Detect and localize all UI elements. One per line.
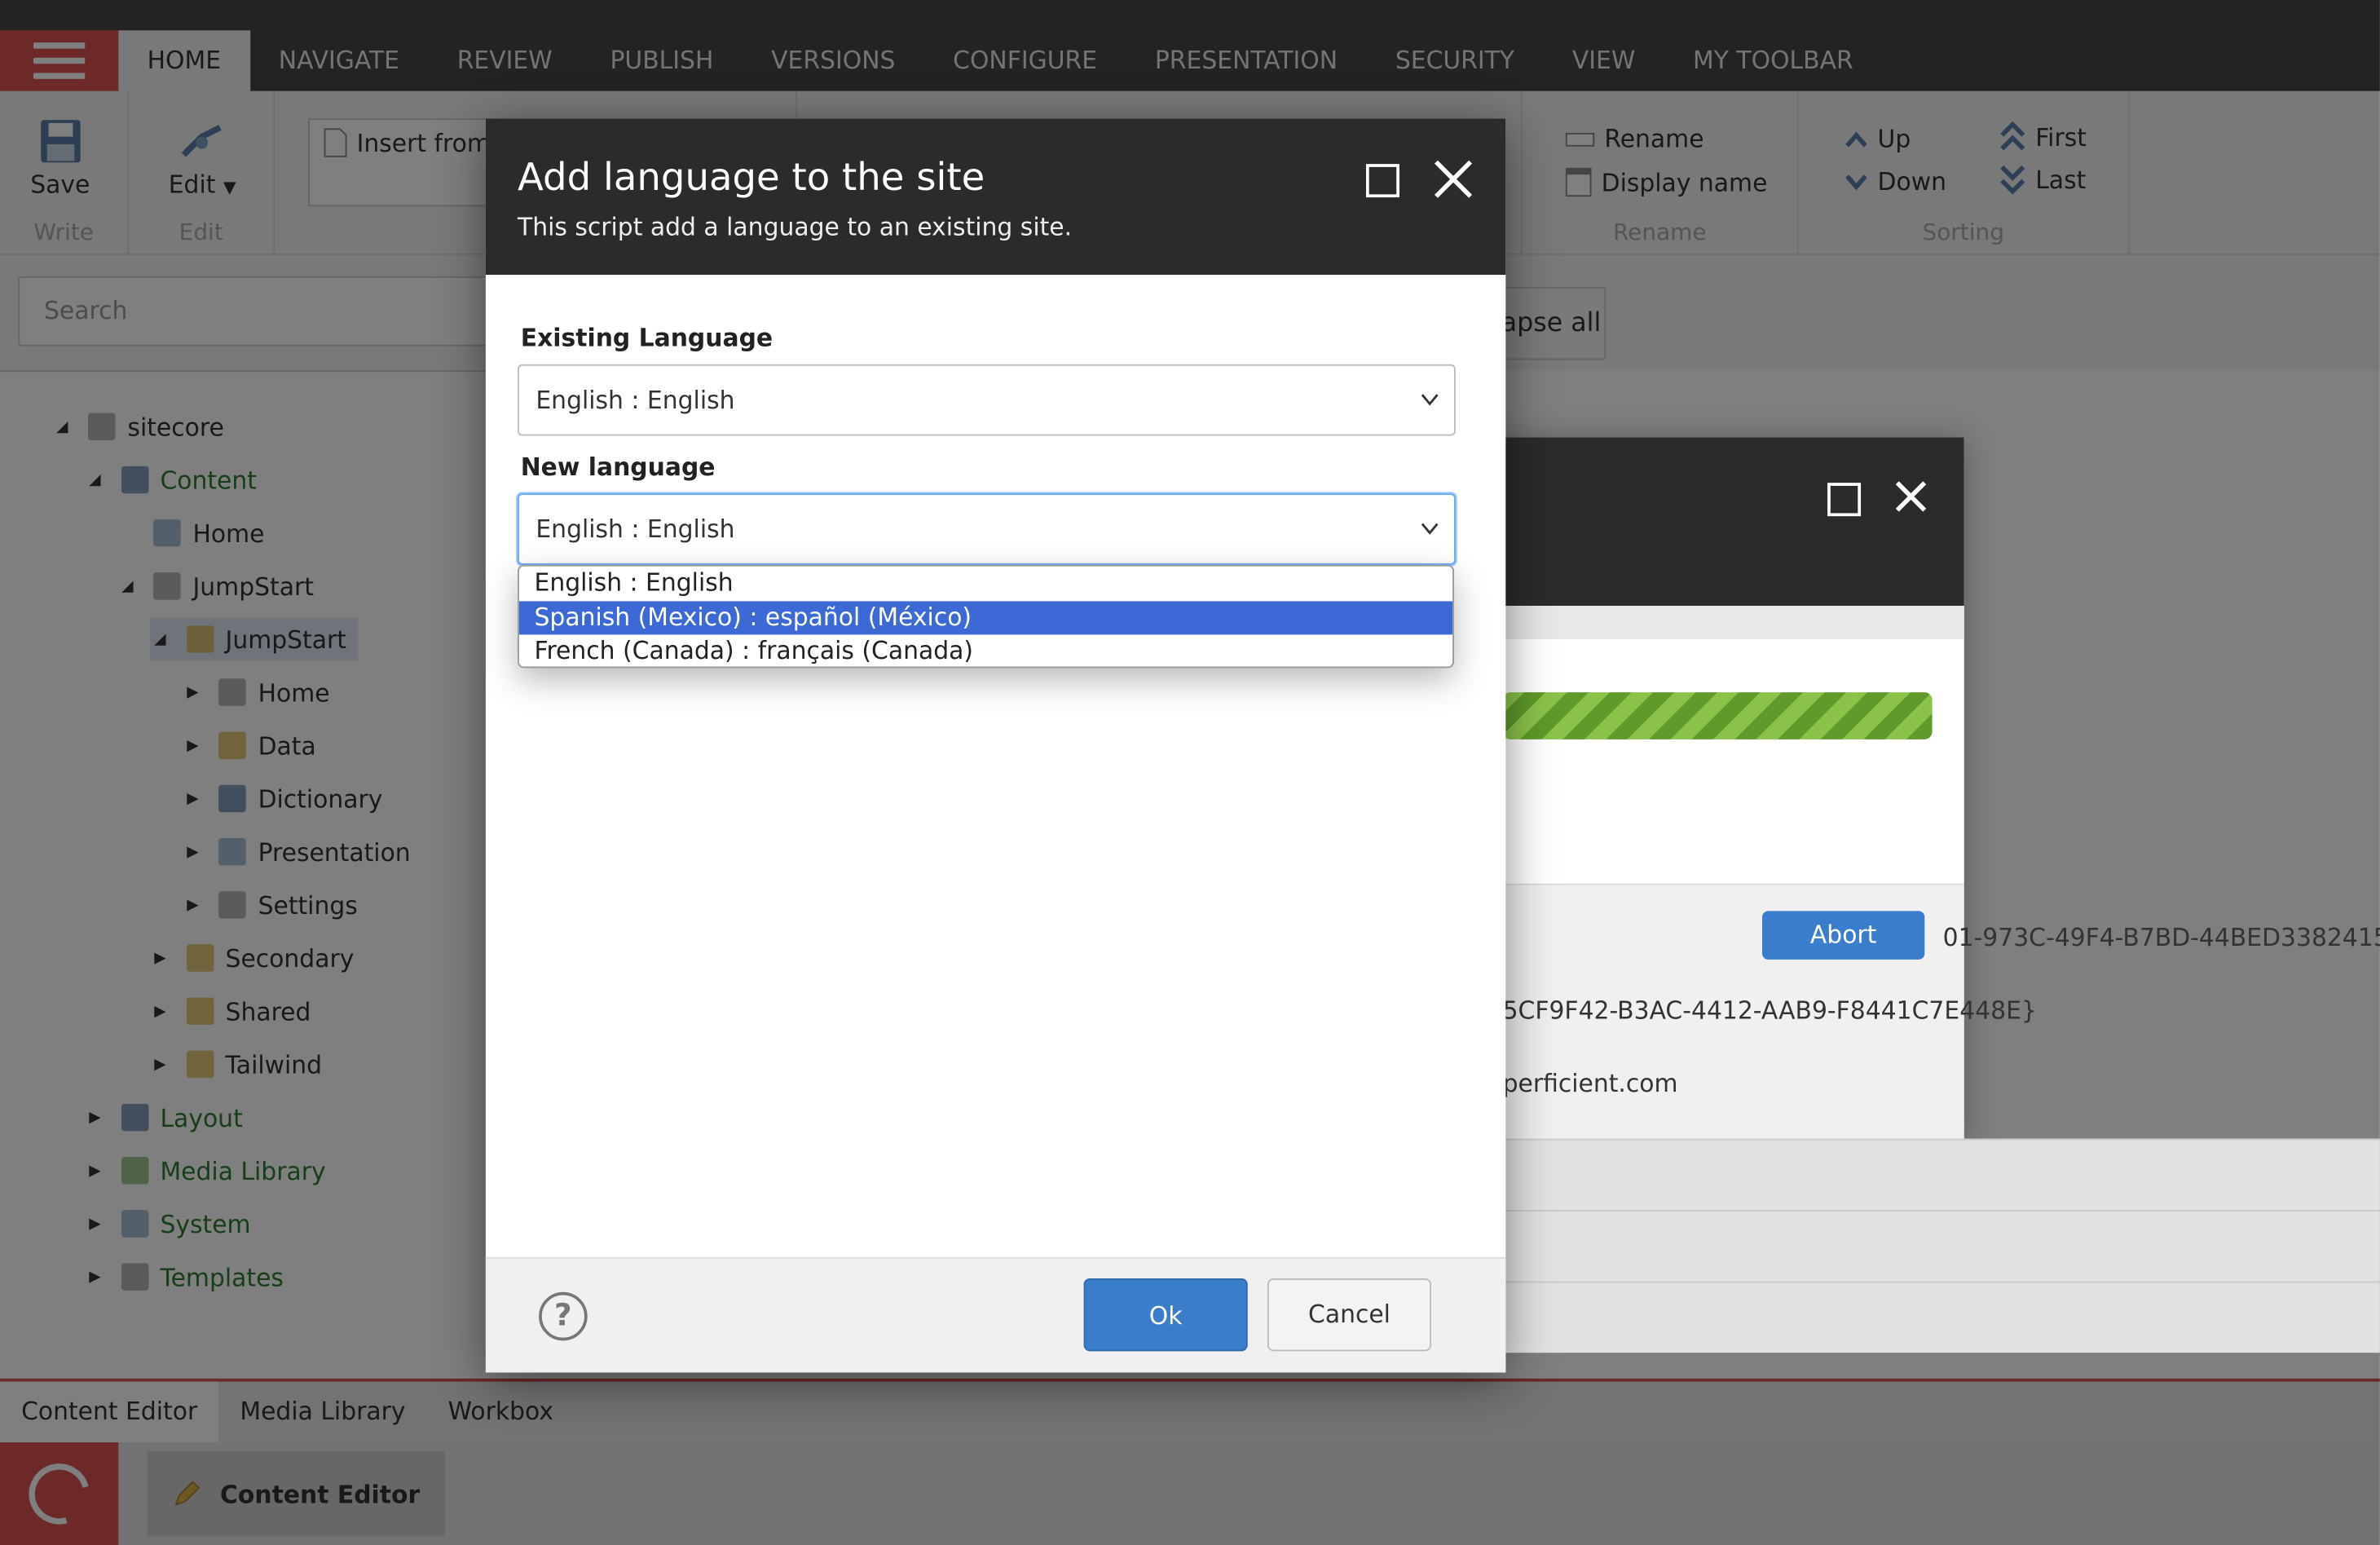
item-id-text: 01-973C-49F4-B7BD-44BED3382415}	[1942, 923, 2380, 952]
language-option[interactable]: English : English	[519, 567, 1452, 601]
domain-text: perficient.com	[1502, 1068, 1678, 1098]
help-icon[interactable]: ?	[539, 1291, 588, 1341]
dialog-footer: ? Ok Cancel	[485, 1256, 1506, 1373]
new-language-value: English : English	[536, 514, 735, 544]
close-icon[interactable]	[1894, 479, 1928, 513]
template-id-text: 5CF9F42-B3AC-4412-AAB9-F8441C7E448E}	[1502, 995, 2037, 1025]
progress-bar	[1502, 692, 1933, 739]
language-option[interactable]: French (Canada) : français (Canada)	[519, 634, 1452, 666]
chevron-down-icon	[1421, 394, 1439, 406]
close-icon[interactable]	[1433, 158, 1475, 201]
chevron-down-icon	[1421, 523, 1439, 535]
sitecore-content-editor: HOMENAVIGATEREVIEWPUBLISHVERSIONSCONFIGU…	[0, 0, 2380, 1545]
new-language-options: English : English Spanish (Mexico) : espa…	[518, 564, 1454, 669]
maximize-icon[interactable]	[1365, 164, 1399, 198]
language-option[interactable]: Spanish (Mexico) : español (México)	[518, 600, 1453, 635]
existing-language-value: English : English	[536, 385, 735, 415]
dialog-subtitle: This script add a language to an existin…	[518, 212, 1073, 242]
existing-language-select[interactable]: English : English	[518, 364, 1456, 436]
add-language-dialog: Add language to the site This script add…	[485, 118, 1506, 1373]
dialog-title: Add language to the site	[518, 154, 985, 199]
ok-button[interactable]: Ok	[1083, 1278, 1248, 1352]
cancel-button[interactable]: Cancel	[1267, 1278, 1432, 1352]
abort-button[interactable]: Abort	[1762, 911, 1925, 960]
existing-language-label: Existing Language	[520, 323, 774, 353]
new-language-label: New language	[520, 452, 716, 482]
dialog-header: Add language to the site This script add…	[485, 118, 1506, 276]
new-language-select[interactable]: English : English	[518, 493, 1456, 565]
maximize-icon[interactable]	[1827, 483, 1862, 517]
